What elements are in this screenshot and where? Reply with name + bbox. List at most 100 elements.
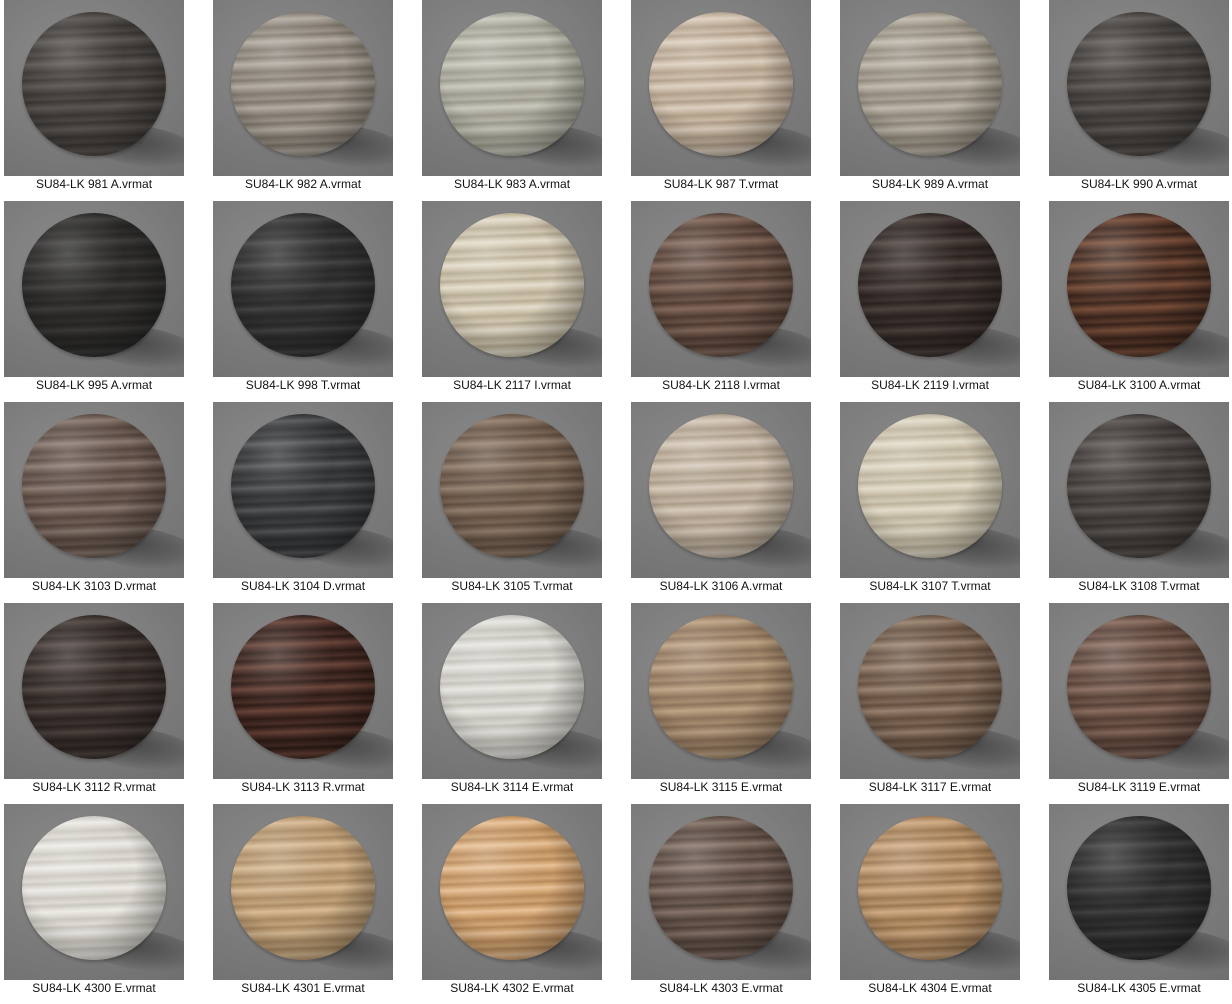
sphere-shading — [22, 615, 166, 759]
material-preview-image — [4, 402, 184, 578]
material-tile[interactable]: SU84-LK 987 T.vrmat — [631, 0, 811, 196]
material-sphere — [858, 414, 1002, 558]
material-preview-image — [4, 0, 184, 176]
material-filename-label: SU84-LK 4303 E.vrmat — [659, 981, 783, 995]
material-tile[interactable]: SU84-LK 3100 A.vrmat — [1049, 201, 1229, 397]
sphere-shading — [22, 12, 166, 156]
sphere-shading — [649, 12, 793, 156]
sphere-shading — [440, 816, 584, 960]
material-tile[interactable]: SU84-LK 982 A.vrmat — [213, 0, 393, 196]
material-filename-label: SU84-LK 995 A.vrmat — [35, 378, 153, 392]
material-preview-image — [1049, 201, 1229, 377]
material-sphere — [1067, 12, 1211, 156]
material-tile[interactable]: SU84-LK 4300 E.vrmat — [4, 804, 184, 1000]
material-sphere — [858, 12, 1002, 156]
material-sphere — [649, 213, 793, 357]
material-preview-image — [631, 603, 811, 779]
material-tile[interactable]: SU84-LK 4303 E.vrmat — [631, 804, 811, 1000]
sphere-shading — [231, 12, 375, 156]
material-tile[interactable]: SU84-LK 998 T.vrmat — [213, 201, 393, 397]
material-tile[interactable]: SU84-LK 3105 T.vrmat — [422, 402, 602, 598]
material-tile[interactable]: SU84-LK 3106 A.vrmat — [631, 402, 811, 598]
material-sphere — [649, 816, 793, 960]
material-sphere — [231, 816, 375, 960]
material-preview-image — [4, 804, 184, 980]
material-filename-label: SU84-LK 3114 E.vrmat — [450, 780, 574, 794]
material-preview-image — [4, 201, 184, 377]
material-preview-image — [422, 603, 602, 779]
material-preview-image — [213, 201, 393, 377]
material-sphere — [858, 816, 1002, 960]
material-sphere — [231, 615, 375, 759]
material-filename-label: SU84-LK 998 T.vrmat — [245, 378, 361, 392]
material-preview-image — [631, 201, 811, 377]
material-preview-image — [631, 804, 811, 980]
material-sphere — [440, 12, 584, 156]
material-tile[interactable]: SU84-LK 4302 E.vrmat — [422, 804, 602, 1000]
material-filename-label: SU84-LK 3119 E.vrmat — [1077, 780, 1201, 794]
material-tile[interactable]: SU84-LK 3107 T.vrmat — [840, 402, 1020, 598]
material-sphere — [858, 213, 1002, 357]
material-preview-image — [422, 804, 602, 980]
material-sphere — [1067, 414, 1211, 558]
material-preview-image — [213, 402, 393, 578]
material-filename-label: SU84-LK 4304 E.vrmat — [868, 981, 992, 995]
sphere-shading — [858, 615, 1002, 759]
material-tile[interactable]: SU84-LK 995 A.vrmat — [4, 201, 184, 397]
material-tile[interactable]: SU84-LK 2117 I.vrmat — [422, 201, 602, 397]
material-tile[interactable]: SU84-LK 3119 E.vrmat — [1049, 603, 1229, 799]
material-sphere — [649, 12, 793, 156]
material-preview-image — [631, 0, 811, 176]
material-tile[interactable]: SU84-LK 3114 E.vrmat — [422, 603, 602, 799]
sphere-shading — [649, 414, 793, 558]
material-preview-image — [1049, 603, 1229, 779]
material-tile[interactable]: SU84-LK 3103 D.vrmat — [4, 402, 184, 598]
material-sphere — [440, 213, 584, 357]
material-preview-image — [631, 402, 811, 578]
material-sphere — [22, 414, 166, 558]
sphere-shading — [858, 816, 1002, 960]
material-preview-image — [213, 804, 393, 980]
material-sphere — [649, 414, 793, 558]
sphere-shading — [231, 414, 375, 558]
material-tile[interactable]: SU84-LK 2118 I.vrmat — [631, 201, 811, 397]
material-filename-label: SU84-LK 983 A.vrmat — [453, 177, 571, 191]
sphere-shading — [649, 213, 793, 357]
material-sphere — [440, 615, 584, 759]
material-sphere — [231, 12, 375, 156]
material-tile[interactable]: SU84-LK 4305 E.vrmat — [1049, 804, 1229, 1000]
material-tile[interactable]: SU84-LK 3115 E.vrmat — [631, 603, 811, 799]
material-tile[interactable]: SU84-LK 4301 E.vrmat — [213, 804, 393, 1000]
material-filename-label: SU84-LK 4301 E.vrmat — [241, 981, 365, 995]
material-sphere — [649, 615, 793, 759]
material-preview-image — [213, 0, 393, 176]
material-filename-label: SU84-LK 989 A.vrmat — [871, 177, 989, 191]
material-filename-label: SU84-LK 987 T.vrmat — [663, 177, 779, 191]
material-tile[interactable]: SU84-LK 3108 T.vrmat — [1049, 402, 1229, 598]
material-filename-label: SU84-LK 3117 E.vrmat — [868, 780, 992, 794]
material-preview-image — [422, 201, 602, 377]
material-tile[interactable]: SU84-LK 4304 E.vrmat — [840, 804, 1020, 1000]
material-tile[interactable]: SU84-LK 3113 R.vrmat — [213, 603, 393, 799]
material-filename-label: SU84-LK 3107 T.vrmat — [869, 579, 991, 593]
sphere-shading — [440, 615, 584, 759]
material-tile[interactable]: SU84-LK 990 A.vrmat — [1049, 0, 1229, 196]
sphere-shading — [649, 615, 793, 759]
material-filename-label: SU84-LK 3104 D.vrmat — [240, 579, 366, 593]
sphere-shading — [231, 816, 375, 960]
sphere-shading — [440, 414, 584, 558]
sphere-shading — [440, 12, 584, 156]
sphere-shading — [649, 816, 793, 960]
material-filename-label: SU84-LK 3105 T.vrmat — [451, 579, 573, 593]
material-tile[interactable]: SU84-LK 989 A.vrmat — [840, 0, 1020, 196]
material-tile[interactable]: SU84-LK 2119 I.vrmat — [840, 201, 1020, 397]
material-filename-label: SU84-LK 3113 R.vrmat — [241, 780, 365, 794]
material-tile[interactable]: SU84-LK 3117 E.vrmat — [840, 603, 1020, 799]
material-sphere — [231, 414, 375, 558]
material-tile[interactable]: SU84-LK 3104 D.vrmat — [213, 402, 393, 598]
sphere-shading — [1067, 816, 1211, 960]
material-tile[interactable]: SU84-LK 981 A.vrmat — [4, 0, 184, 196]
material-tile[interactable]: SU84-LK 983 A.vrmat — [422, 0, 602, 196]
material-tile[interactable]: SU84-LK 3112 R.vrmat — [4, 603, 184, 799]
material-preview-image — [840, 201, 1020, 377]
